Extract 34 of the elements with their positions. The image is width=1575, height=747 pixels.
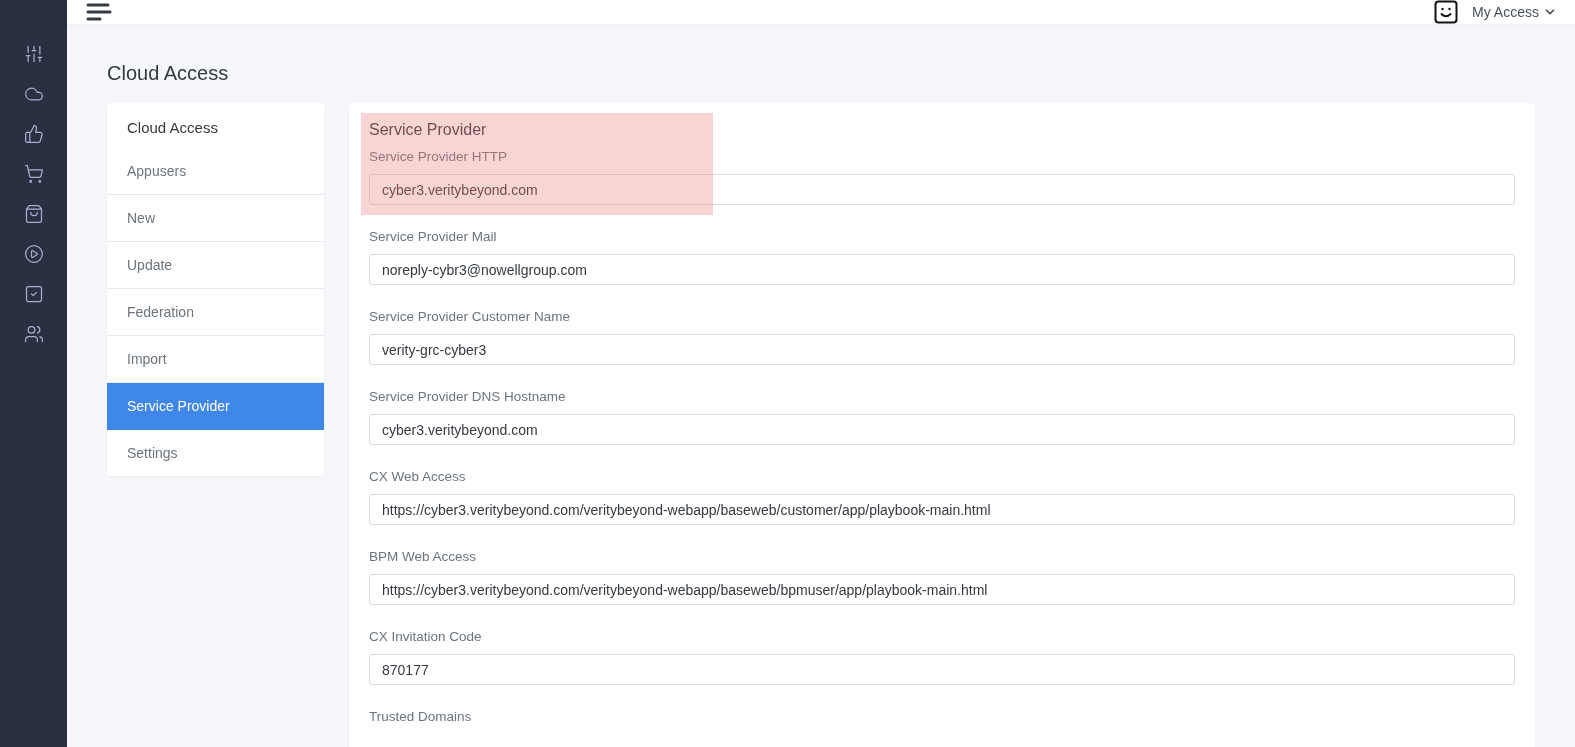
menu-item[interactable]: Federation	[107, 289, 324, 336]
menu-icon[interactable]	[86, 2, 112, 22]
field-label: Service Provider DNS Hostname	[369, 389, 567, 404]
checkbox-icon[interactable]	[23, 284, 44, 304]
field-label: Service Provider Customer Name	[369, 309, 572, 324]
input-field[interactable]: https://cyber3.veritybeyond.com/veritybeyond-webapp/baseweb/customer/app/playbook-main.html	[369, 494, 1515, 525]
field-label: Trusted Domains	[369, 709, 473, 724]
input-field[interactable]: cyber3.veritybeyond.com	[369, 414, 1515, 445]
menu-title: Cloud Access	[126, 118, 219, 138]
field-label: Service Provider Mail	[369, 229, 498, 244]
menu-item[interactable]: Appusers	[107, 148, 324, 195]
menu-item[interactable]: Settings	[107, 430, 324, 476]
users-icon[interactable]	[23, 324, 44, 344]
smiley-icon[interactable]	[1434, 0, 1459, 24]
input-field[interactable]: noreply-cybr3@nowellgroup.com	[369, 254, 1515, 285]
page-title: Cloud Access	[107, 62, 230, 85]
cart-icon[interactable]	[23, 164, 44, 184]
field-label: CX Web Access	[369, 469, 467, 484]
user-menu[interactable]: My Access	[1472, 4, 1557, 20]
input-field[interactable]: https://cyber3.veritybeyond.com/veritybeyond-webapp/baseweb/bpmuser/app/playbook-main.html	[369, 574, 1515, 605]
bag-icon[interactable]	[23, 204, 44, 224]
input-field[interactable]: verity-grc-cyber3	[369, 334, 1515, 365]
field-label: CX Invitation Code	[369, 629, 483, 644]
sliders-icon[interactable]	[23, 44, 44, 64]
field-label: BPM Web Access	[369, 549, 478, 564]
input-field[interactable]: cyber3.veritybeyond.com	[369, 174, 1515, 205]
field-label: Service Provider HTTP	[369, 149, 509, 164]
menu-item[interactable]: Update	[107, 242, 324, 289]
menu-item[interactable]: Service Provider	[107, 383, 324, 430]
menu-item[interactable]: New	[107, 195, 324, 242]
thumbs-up-icon[interactable]	[23, 124, 44, 144]
input-field[interactable]: 870177	[369, 654, 1515, 685]
play-icon[interactable]	[23, 244, 44, 264]
form-title: Service Provider	[369, 121, 488, 139]
